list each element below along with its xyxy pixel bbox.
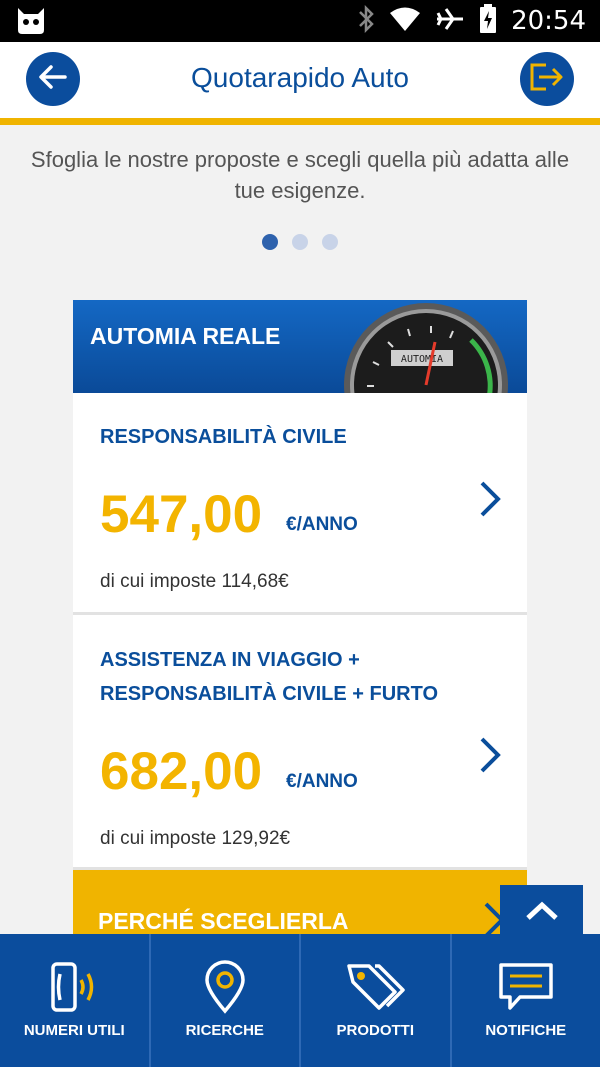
page-indicator: [0, 234, 600, 250]
header-divider: [0, 118, 600, 125]
nav-notifiche[interactable]: NOTIFICHE: [452, 934, 600, 1067]
offer-title: RESPONSABILITÀ CIVILE: [100, 426, 347, 448]
nav-label: RICERCHE: [185, 1022, 264, 1039]
product-name: AUTOMIA REALE: [90, 323, 281, 349]
chevron-up-icon: [524, 900, 560, 927]
svg-text:AUTOMIA: AUTOMIA: [401, 354, 443, 365]
offer-price: 682,00: [100, 742, 263, 801]
card-header: AUTOMIA REALE AUTOMIA: [73, 300, 527, 393]
cyanogen-mascot-icon: [14, 6, 48, 41]
bottom-navigation: NUMERI UTILI RICERCHE PRODOTTI NOTIFICHE: [0, 934, 600, 1067]
nav-label: PRODOTTI: [336, 1022, 415, 1039]
page-title: Quotarapido Auto: [191, 62, 409, 93]
chevron-right-icon[interactable]: [474, 735, 504, 775]
chat-bubble-icon: [452, 960, 600, 1014]
offer-rc[interactable]: RESPONSABILITÀ CIVILE 547,00 €/ANNO di c…: [73, 393, 527, 615]
logout-arrow-icon: [529, 62, 565, 97]
clock: 20:54: [511, 6, 586, 36]
offer-title-line-1: ASSISTENZA IN VIAGGIO +: [100, 649, 360, 671]
why-choose-label: PERCHÉ SCEGLIERLA: [98, 908, 349, 934]
offer-tax: di cui imposte 114,68€: [100, 571, 289, 592]
wifi-icon: [389, 6, 421, 37]
nav-numeri-utili[interactable]: NUMERI UTILI: [0, 934, 151, 1067]
product-card: AUTOMIA REALE AUTOMIA RESPONSABILITÀ CIV…: [73, 300, 527, 940]
map-pin-icon: [151, 960, 300, 1014]
bluetooth-icon: [357, 4, 375, 38]
nav-prodotti[interactable]: PRODOTTI: [301, 934, 452, 1067]
status-bar: 20:54: [0, 0, 600, 42]
offer-assistance-rc-theft[interactable]: ASSISTENZA IN VIAGGIO + RESPONSABILITÀ C…: [73, 615, 527, 870]
nav-label: NOTIFICHE: [485, 1022, 567, 1039]
offer-price-unit: €/ANNO: [286, 771, 358, 792]
nav-label: NUMERI UTILI: [23, 1022, 125, 1039]
phone-ringing-icon: [0, 960, 149, 1014]
scroll-to-top-button[interactable]: [500, 885, 583, 941]
offer-title-line-2: RESPONSABILITÀ CIVILE + FURTO: [100, 683, 438, 705]
why-choose-button[interactable]: PERCHÉ SCEGLIERLA: [73, 870, 527, 940]
intro-text: Sfoglia le nostre proposte e scegli quel…: [30, 147, 570, 203]
page-dot-1[interactable]: [262, 234, 278, 250]
page-dot-2[interactable]: [292, 234, 308, 250]
battery-icon: [479, 3, 497, 39]
offer-price: 547,00: [100, 485, 263, 544]
chevron-right-icon[interactable]: [474, 479, 504, 519]
offer-tax: di cui imposte 129,92€: [100, 828, 291, 849]
nav-ricerche[interactable]: RICERCHE: [151, 934, 301, 1067]
app-header: Quotarapido Auto: [0, 42, 600, 118]
logout-button[interactable]: [520, 52, 574, 106]
page-dot-3[interactable]: [322, 234, 338, 250]
tags-icon: [301, 960, 450, 1014]
airplane-icon: [435, 7, 465, 36]
offer-price-unit: €/ANNO: [286, 514, 358, 535]
speedometer-image: AUTOMIA: [344, 303, 508, 393]
